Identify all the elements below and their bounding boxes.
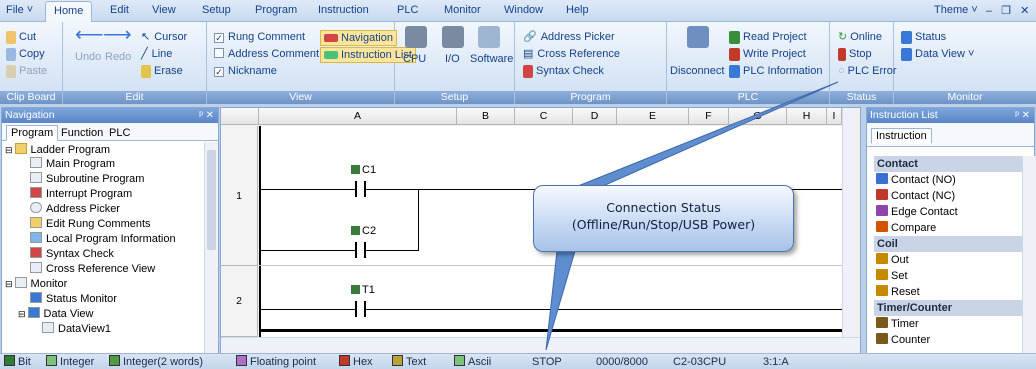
callout-title: Connection Status [606,200,721,215]
callout-subtitle: (Offline/Run/Stop/USB Power) [571,217,756,232]
callout-pointer-up [577,81,839,187]
connection-status-callout: Connection Status (Offline/Run/Stop/USB … [533,185,794,252]
callout-pointers [545,81,839,351]
callout-pointer-down [545,250,576,351]
